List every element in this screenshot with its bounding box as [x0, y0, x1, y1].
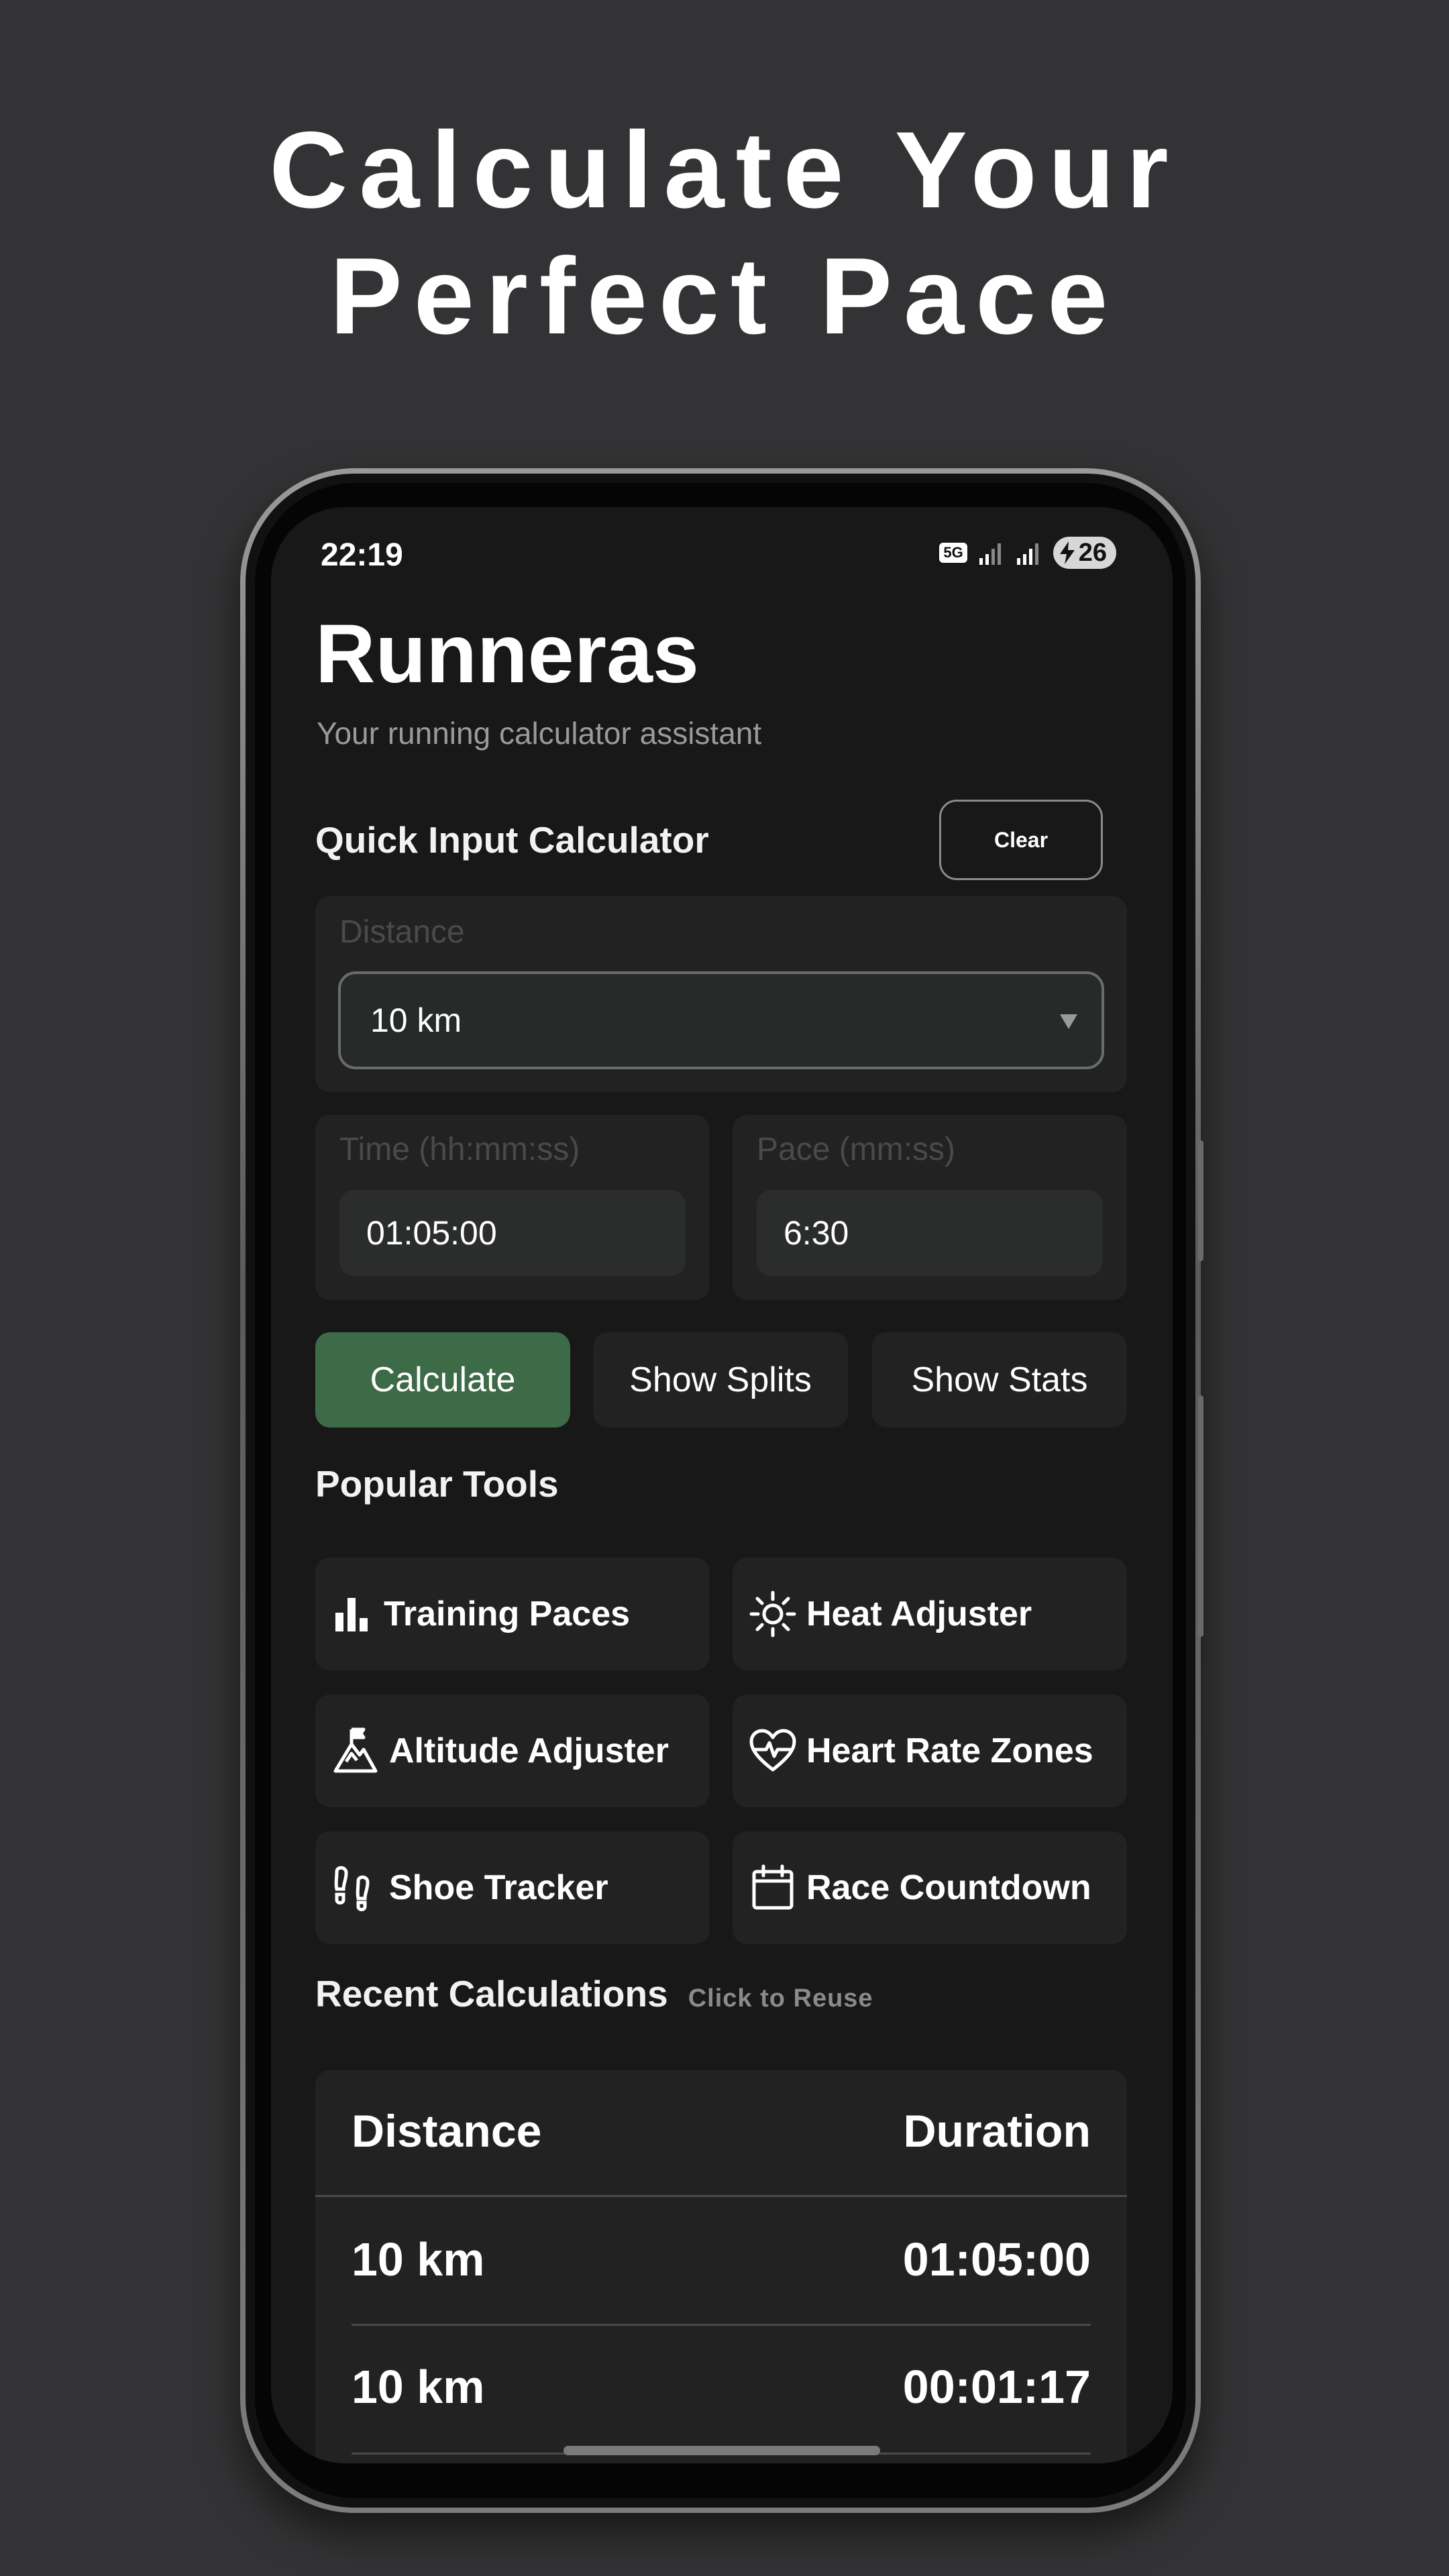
signal-icon [979, 543, 1001, 565]
bar-chart-icon [335, 1598, 368, 1631]
heart-pulse-icon [749, 1729, 796, 1772]
tool-label: Heart Rate Zones [806, 1731, 1093, 1770]
tool-heart-rate-zones[interactable]: Heart Rate Zones [733, 1695, 1127, 1807]
battery-level: 26 [1078, 538, 1107, 567]
promo-headline: Calculate Your Perfect Pace [0, 107, 1449, 360]
row-divider [352, 2324, 1091, 2326]
app-title: Runneras [315, 608, 699, 700]
charging-bolt-icon [1059, 541, 1075, 564]
distance-card: Distance 10 km [315, 896, 1127, 1092]
calendar-icon [752, 1864, 794, 1910]
tool-label: Race Countdown [806, 1868, 1091, 1907]
recent-hint: Click to Reuse [688, 1984, 873, 2012]
home-indicator[interactable] [564, 2446, 880, 2455]
tool-label: Altitude Adjuster [389, 1731, 669, 1770]
table-row[interactable]: 10 km 00:01:17 [315, 2326, 1127, 2454]
tool-label: Heat Adjuster [806, 1595, 1032, 1633]
power-button [1198, 1395, 1203, 1637]
status-time: 22:19 [321, 537, 403, 573]
popular-tools-title: Popular Tools [315, 1463, 559, 1505]
calculate-button[interactable]: Calculate [315, 1332, 570, 1428]
network-5g-icon: 5G [939, 543, 967, 563]
headline-line-2: Perfect Pace [329, 235, 1120, 357]
pace-input[interactable]: 6:30 [757, 1190, 1103, 1276]
app-subtitle: Your running calculator assistant [317, 716, 762, 751]
mountain-flag-icon [333, 1727, 378, 1773]
tool-training-paces[interactable]: Training Paces [315, 1558, 710, 1670]
clear-button[interactable]: Clear [939, 800, 1103, 880]
chevron-down-icon [1060, 1014, 1077, 1029]
column-header-duration: Duration [903, 2106, 1091, 2157]
distance-value: 10 km [370, 1002, 462, 1039]
battery-indicator: 26 [1053, 537, 1116, 569]
quick-input-title: Quick Input Calculator [315, 819, 709, 861]
signal-icon-2 [1016, 543, 1038, 565]
distance-select[interactable]: 10 km [338, 971, 1104, 1069]
distance-label: Distance [339, 914, 465, 950]
tool-heat-adjuster[interactable]: Heat Adjuster [733, 1558, 1127, 1670]
time-value: 01:05:00 [366, 1214, 497, 1252]
status-icons: 5G 26 [939, 534, 1116, 572]
show-splits-button[interactable]: Show Splits [593, 1332, 848, 1428]
footprints-icon [334, 1866, 370, 1911]
tool-race-countdown[interactable]: Race Countdown [733, 1831, 1127, 1944]
header-divider [315, 2195, 1127, 2197]
tool-label: Shoe Tracker [389, 1868, 608, 1907]
row-distance: 10 km [352, 2233, 485, 2286]
recent-header: Recent Calculations Click to Reuse [315, 1972, 873, 2015]
tool-shoe-tracker[interactable]: Shoe Tracker [315, 1831, 710, 1944]
time-card: Time (hh:mm:ss) 01:05:00 [315, 1115, 710, 1300]
pace-value: 6:30 [784, 1214, 849, 1252]
pace-label: Pace (mm:ss) [757, 1132, 956, 1167]
sun-icon [749, 1591, 796, 1638]
headline-line-1: Calculate Your [269, 109, 1180, 231]
table-row[interactable]: 10 km 01:05:00 [315, 2198, 1127, 2325]
phone-screen: 22:19 5G 26 Runneras Your running calcul… [271, 507, 1173, 2463]
column-header-distance: Distance [352, 2106, 542, 2157]
show-stats-button[interactable]: Show Stats [872, 1332, 1127, 1428]
recent-table: Distance Duration 10 km 01:05:00 10 km 0… [315, 2070, 1127, 2463]
time-label: Time (hh:mm:ss) [339, 1132, 580, 1167]
row-distance: 10 km [352, 2361, 485, 2413]
time-input[interactable]: 01:05:00 [339, 1190, 686, 1276]
tool-label: Training Paces [384, 1595, 631, 1633]
pace-card: Pace (mm:ss) 6:30 [733, 1115, 1127, 1300]
row-duration: 01:05:00 [902, 2233, 1091, 2286]
recent-title: Recent Calculations [315, 1973, 668, 2015]
row-duration: 00:01:17 [902, 2361, 1091, 2413]
volume-button [1198, 1140, 1203, 1261]
tool-altitude-adjuster[interactable]: Altitude Adjuster [315, 1695, 710, 1807]
